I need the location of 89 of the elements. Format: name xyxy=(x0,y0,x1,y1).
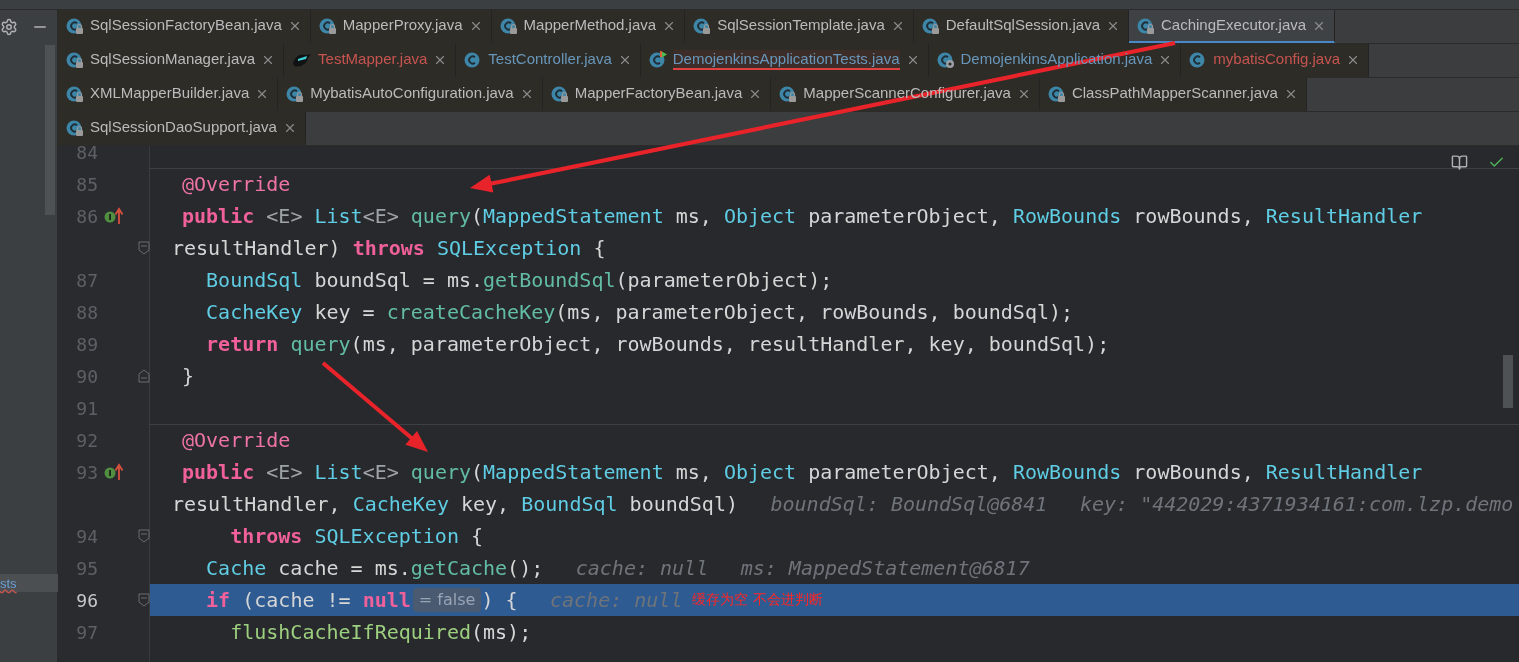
implements-arrow-icon[interactable] xyxy=(104,207,124,225)
locked-class-icon xyxy=(779,84,798,103)
tab-label: SqlSessionFactoryBean.java xyxy=(90,15,282,35)
book-icon[interactable] xyxy=(1451,154,1468,171)
code-text: resultHandler) throws SQLException { xyxy=(172,236,606,260)
debug-value-hint: cache: null xyxy=(550,588,683,612)
code-text: public <E> List<E> query(MappedStatement ms, Object parameterObject, RowBounds rowBounds, ResultHandler xyxy=(182,460,1423,484)
fold-icon[interactable] xyxy=(138,369,150,383)
code-text: ) { xyxy=(481,588,518,612)
line-number: 93 xyxy=(75,461,98,483)
tab-label: MapperFactoryBean.java xyxy=(574,83,743,103)
editor-tab[interactable]: XMLMapperBuilder.java xyxy=(58,78,279,111)
code-text: BoundSql boundSql = ms.getBoundSql(parameterObject); xyxy=(205,268,833,292)
debug-value-hint: boundSql: BoundSql@6841 xyxy=(770,492,1048,516)
editor-tab[interactable]: SqlSessionDaoSupport.java xyxy=(58,112,306,145)
tab-label: mybatisConfig.java xyxy=(1213,49,1341,69)
code-text: @Override xyxy=(182,428,291,452)
editor-tab[interactable]: DefaultSqlSession.java xyxy=(913,10,1129,43)
tab-label: ClassPathMapperScanner.java xyxy=(1071,83,1278,103)
tab-label: SqlSessionTemplate.java xyxy=(717,15,885,35)
locked-class-icon xyxy=(1047,84,1066,103)
implements-arrow-icon[interactable] xyxy=(104,463,124,481)
editor-tab[interactable]: CachingExecutor.java xyxy=(1129,10,1336,43)
annotation-note: 缓存为空 不会进判断 xyxy=(692,591,823,609)
fold-icon[interactable] xyxy=(138,593,150,607)
locked-class-icon xyxy=(318,16,337,35)
line-number: 92 xyxy=(75,429,98,451)
fold-icon[interactable] xyxy=(138,241,150,255)
debug-value-hint: key: "442029:4371934161:com.lzp.demo xyxy=(1079,492,1514,516)
editor-tab[interactable]: SqlSessionTemplate.java xyxy=(685,10,914,43)
line-number: 88 xyxy=(75,301,98,323)
line-number: 90 xyxy=(75,365,98,387)
tab-label: MybatisAutoConfiguration.java xyxy=(310,83,514,103)
code-text: Cache cache = ms.getCache(); xyxy=(205,556,544,580)
tab-label: SqlSessionDaoSupport.java xyxy=(90,117,277,137)
code-text: if (cache != null xyxy=(205,588,411,612)
locked-class-icon xyxy=(499,16,518,35)
line-number: 89 xyxy=(75,333,98,355)
tab-label: TestController.java xyxy=(488,49,612,69)
line-number: 95 xyxy=(75,557,98,579)
editor-tab[interactable]: MapperFactoryBean.java xyxy=(542,78,772,111)
line-number: 94 xyxy=(75,525,98,547)
editor-tab[interactable]: TestController.java xyxy=(456,44,641,77)
code-text: CacheKey key = createCacheKey(ms, parameterObject, rowBounds, boundSql); xyxy=(205,300,1074,324)
tab-label: TestMapper.java xyxy=(318,49,428,69)
line-number: 96 xyxy=(75,589,98,611)
locked-class-icon xyxy=(66,16,84,35)
line-number: 91 xyxy=(75,397,98,419)
code-text: } xyxy=(182,364,195,388)
editor-tab[interactable]: DemojenkinsApplicationTests.java xyxy=(640,44,929,77)
editor-tab[interactable]: SqlSessionManager.java xyxy=(58,44,285,77)
locked-class-icon xyxy=(66,50,84,69)
editor-tab[interactable]: MybatisAutoConfiguration.java xyxy=(278,78,543,111)
tab-label: MapperProxy.java xyxy=(342,15,463,35)
locked-class-icon xyxy=(693,16,712,35)
inline-value: = false xyxy=(412,588,482,612)
class-gear-icon xyxy=(936,50,955,69)
locked-class-icon xyxy=(286,84,305,103)
debug-value-hint: ms: MappedStatement@6817 xyxy=(740,556,1030,580)
tab-label: CachingExecutor.java xyxy=(1161,15,1307,35)
tab-label: SqlSessionManager.java xyxy=(90,49,256,69)
line-number: 87 xyxy=(75,269,98,291)
code-text: public <E> List<E> query(MappedStatement ms, Object parameterObject, RowBounds rowBounds, ResultHandler xyxy=(182,204,1423,228)
locked-class-icon xyxy=(550,84,569,103)
locked-class-icon xyxy=(66,84,84,103)
tab-label: XMLMapperBuilder.java xyxy=(90,83,250,103)
debug-value-hint: cache: null xyxy=(575,556,709,580)
tab-label: MapperMethod.java xyxy=(523,15,657,35)
code-text: throws SQLException { xyxy=(229,524,484,548)
tab-label: DefaultSqlSession.java xyxy=(945,15,1100,35)
fold-icon[interactable] xyxy=(138,529,150,543)
settings-icon[interactable] xyxy=(0,18,18,36)
scrollbar-thumb[interactable] xyxy=(1503,355,1513,408)
code-text: @Override xyxy=(182,172,291,196)
line-number: 86 xyxy=(75,205,98,227)
editor-tab[interactable]: ClassPathMapperScanner.java xyxy=(1039,78,1307,111)
locked-class-icon xyxy=(1137,16,1155,35)
tab-label: DemojenkinsApplicationTests.java xyxy=(672,49,900,70)
code-text: resultHandler, CacheKey key, BoundSql boundSql) xyxy=(172,492,738,516)
editor-tab[interactable]: MapperProxy.java xyxy=(310,10,492,43)
line-number: 97 xyxy=(75,621,98,643)
line-number: 85 xyxy=(75,173,98,195)
code-text: flushCacheIfRequired(ms); xyxy=(229,620,532,644)
editor-tab[interactable]: SqlSessionFactoryBean.java xyxy=(58,10,311,43)
code-text: return query(ms, parameterObject, rowBounds, resultHandler, key, boundSql); xyxy=(205,332,1110,356)
locked-class-icon xyxy=(921,16,940,35)
class-run-icon xyxy=(648,50,667,69)
editor-tab[interactable]: MapperMethod.java xyxy=(491,10,686,43)
locked-class-icon xyxy=(66,118,84,137)
